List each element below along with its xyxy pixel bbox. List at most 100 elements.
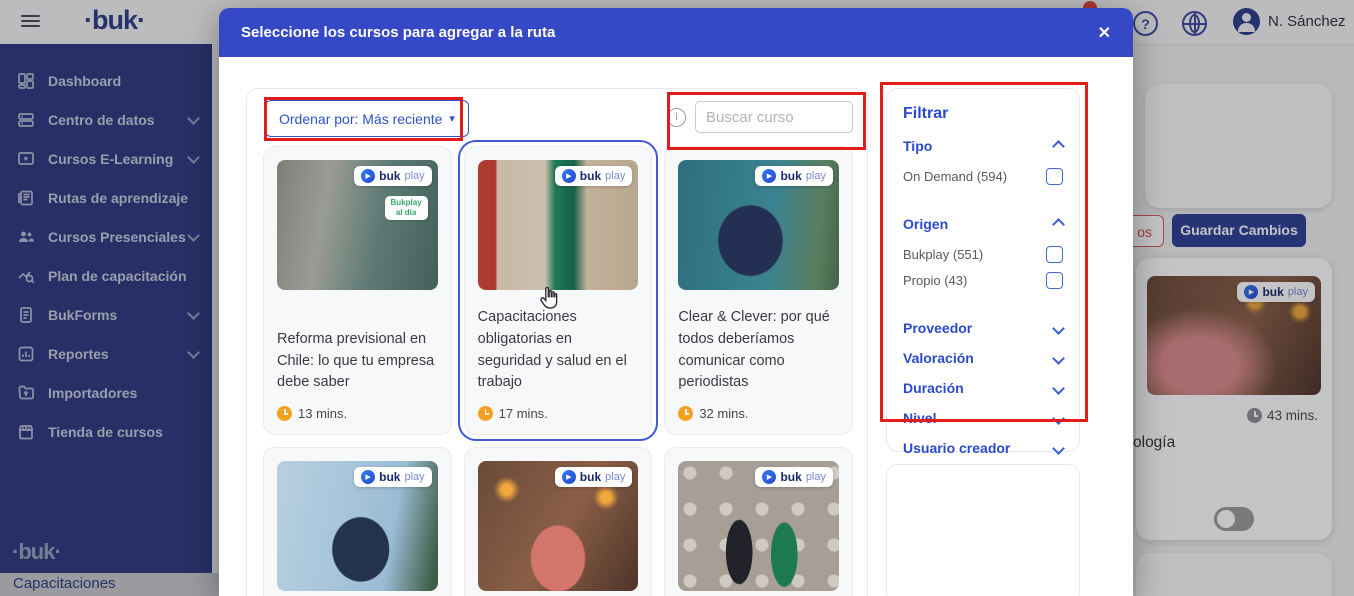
search-group: i — [667, 101, 853, 133]
chevron-up-icon — [1052, 218, 1065, 231]
filter-section-tipo[interactable]: Tipo — [903, 138, 1063, 154]
sidebar-item-cursos-presenciales[interactable]: Cursos Presenciales — [0, 217, 212, 256]
modal-title: Seleccione los cursos para agregar a la … — [241, 24, 555, 41]
sidebar-buk-logo: ·buk· — [12, 539, 61, 565]
course-grid: ▶ bukplay Bukplay al día Reforma previsi… — [263, 146, 853, 596]
background-course-card: ▶ bukplay 43 mins. ología — [1136, 258, 1332, 540]
dashboard-icon — [17, 72, 35, 90]
reports-icon — [17, 345, 35, 363]
chevron-down-icon — [1052, 352, 1065, 365]
play-icon: ▶ — [1244, 285, 1258, 299]
course-thumbnail: ▶ bukplay Bukplay al día — [277, 160, 438, 290]
bukplay-badge: ▶ bukplay — [555, 467, 633, 487]
checkbox[interactable] — [1046, 246, 1063, 263]
bottom-strip: Capacitaciones — [0, 573, 222, 596]
course-card[interactable]: ▶ bukplay — [664, 447, 853, 596]
user-avatar[interactable] — [1233, 8, 1260, 35]
clock-icon — [1247, 408, 1262, 423]
course-title: Clear & Clever: por qué todos deberíamos… — [678, 307, 839, 394]
filter-option: Propio (43) — [903, 272, 1063, 289]
filter-section-valoracion[interactable]: Valoración — [903, 350, 1063, 366]
play-icon: ▶ — [361, 169, 375, 183]
background-summary-card — [1145, 84, 1332, 208]
sidebar-item-dashboard[interactable]: Dashboard — [0, 61, 212, 100]
course-card[interactable]: ▶ bukplay — [464, 447, 653, 596]
clock-icon — [678, 406, 693, 421]
sidebar-item-plan-de-capacitacion[interactable]: Plan de capacitación — [0, 256, 212, 295]
bukplay-badge: ▶ bukplay — [354, 467, 432, 487]
filter-section-duracion[interactable]: Duración — [903, 380, 1063, 396]
search-input[interactable] — [695, 101, 853, 133]
chevron-down-icon — [187, 346, 200, 359]
filter-section-proveedor[interactable]: Proveedor — [903, 320, 1063, 336]
checkbox[interactable] — [1046, 272, 1063, 289]
add-courses-modal: Seleccione los cursos para agregar a la … — [219, 8, 1133, 596]
sidebar-item-centro-de-datos[interactable]: Centro de datos — [0, 100, 212, 139]
modal-header: Seleccione los cursos para agregar a la … — [219, 8, 1133, 57]
course-card[interactable]: ▶ bukplay Clear & Clever: por qué todos … — [664, 146, 853, 435]
chevron-down-icon — [1052, 322, 1065, 335]
page-context-label: Capacitaciones — [0, 573, 222, 595]
sidebar-item-importadores[interactable]: Importadores — [0, 373, 212, 412]
course-thumbnail: ▶ bukplay — [478, 160, 639, 290]
help-icon[interactable]: ? — [1133, 11, 1158, 36]
clock-icon — [478, 406, 493, 421]
sidebar-item-reportes[interactable]: Reportes — [0, 334, 212, 373]
language-globe-icon[interactable] — [1182, 11, 1207, 36]
course-card-selected[interactable]: ▶ bukplay Capacitaciones obligatorias en… — [464, 146, 653, 435]
caret-down-icon: ▾ — [449, 112, 455, 125]
buk-logo: ·buk· — [84, 5, 145, 36]
chevron-down-icon — [187, 229, 200, 242]
checkbox[interactable] — [1046, 168, 1063, 185]
course-card[interactable]: ▶ bukplay Bukplay al día Reforma previsi… — [263, 146, 452, 435]
course-title: Capacitaciones obligatorias en seguridad… — [478, 307, 639, 394]
course-duration: 13 mins. — [298, 406, 347, 421]
close-icon[interactable]: ✕ — [1098, 23, 1111, 43]
filter-title: Filtrar — [903, 105, 1063, 123]
course-title: Reforma previsional en Chile: lo que tu … — [277, 329, 438, 394]
sort-dropdown[interactable]: Ordenar por: Más reciente ▾ — [265, 100, 469, 137]
chevron-down-icon — [187, 307, 200, 320]
courses-panel: Ordenar por: Más reciente ▾ ▶ bukplay Bu… — [246, 88, 868, 596]
filter-option: Bukplay (551) — [903, 246, 1063, 263]
course-card[interactable]: ▶ bukplay — [263, 447, 452, 596]
filter-panel-secondary — [886, 464, 1080, 596]
save-changes-button[interactable]: Guardar Cambios — [1172, 214, 1306, 247]
data-center-icon — [17, 111, 35, 129]
course-duration: 43 mins. — [1267, 408, 1318, 423]
course-duration: 17 mins. — [499, 406, 548, 421]
importers-icon — [17, 384, 35, 402]
filter-option: On Demand (594) — [903, 168, 1063, 185]
course-thumbnail: ▶ bukplay — [277, 461, 438, 591]
filter-section-nivel[interactable]: Nivel — [903, 410, 1063, 426]
forms-icon — [17, 306, 35, 324]
info-icon[interactable]: i — [667, 108, 686, 127]
learning-path-icon — [17, 189, 35, 207]
training-plan-icon — [17, 267, 35, 285]
filter-section-usuario-creador[interactable]: Usuario creador — [903, 440, 1063, 456]
sidebar-item-tienda-de-cursos[interactable]: Tienda de cursos — [0, 412, 212, 451]
elearning-icon — [17, 150, 35, 168]
course-duration: 32 mins. — [699, 406, 748, 421]
app-root: ·buk· ? N. Sánchez Dashboard Centro de d… — [0, 0, 1354, 596]
course-toggle[interactable] — [1214, 507, 1254, 531]
play-icon: ▶ — [562, 470, 576, 484]
chevron-up-icon — [1052, 140, 1065, 153]
clock-icon — [277, 406, 292, 421]
user-name[interactable]: N. Sánchez — [1268, 13, 1346, 30]
sidebar-item-cursos-elearning[interactable]: Cursos E-Learning — [0, 139, 212, 178]
course-title-fragment: ología — [1133, 434, 1175, 452]
play-icon: ▶ — [762, 169, 776, 183]
bukplay-badge: ▶ bukplay — [555, 166, 633, 186]
filter-section-origen[interactable]: Origen — [903, 216, 1063, 232]
chevron-down-icon — [187, 151, 200, 164]
sidebar-item-rutas-de-aprendizaje[interactable]: Rutas de aprendizaje — [0, 178, 212, 217]
chevron-down-icon — [187, 112, 200, 125]
play-icon: ▶ — [361, 470, 375, 484]
course-thumbnail: ▶ bukplay — [678, 160, 839, 290]
play-icon: ▶ — [762, 470, 776, 484]
bukplay-badge: ▶ bukplay — [755, 166, 833, 186]
filter-panel: Filtrar Tipo On Demand (594) Origen Bukp… — [886, 88, 1080, 452]
sidebar-item-bukforms[interactable]: BukForms — [0, 295, 212, 334]
hamburger-menu-icon[interactable] — [21, 15, 40, 28]
